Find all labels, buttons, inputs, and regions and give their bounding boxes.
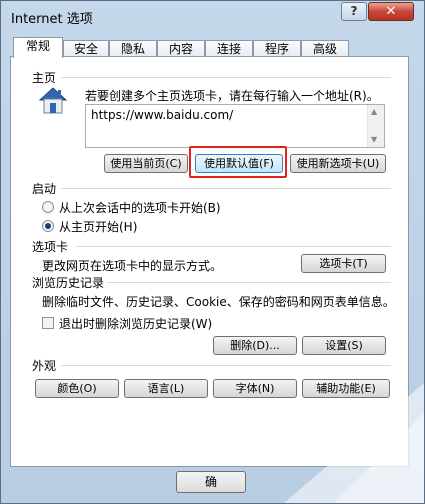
tabs-description: 更改网页在选项卡中的显示方式。 xyxy=(42,259,223,273)
tab-content[interactable]: 内容 xyxy=(157,40,205,57)
homepage-description: 若要创建多个主页选项卡，请在每行输入一个地址(R)。 xyxy=(85,89,379,103)
ok-button[interactable]: 确 xyxy=(176,471,246,493)
delete-on-exit-label[interactable]: 退出时删除浏览历史记录(W) xyxy=(59,315,212,332)
radio-homepage[interactable] xyxy=(42,220,54,232)
delete-history-button[interactable]: 删除(D)... xyxy=(213,336,297,355)
startup-heading: 启动 xyxy=(32,182,57,196)
history-description: 删除临时文件、历史记录、Cookie、保存的密码和网页表单信息。 xyxy=(42,295,395,309)
window-title: Internet 选项 xyxy=(11,12,93,27)
radio-last-session[interactable] xyxy=(42,201,54,213)
delete-on-exit-checkbox[interactable] xyxy=(42,317,54,329)
close-button[interactable]: ✕ xyxy=(368,2,414,21)
tabs-heading: 选项卡 xyxy=(32,240,69,254)
tabs-divider xyxy=(76,246,391,247)
history-heading: 浏览历史记录 xyxy=(32,276,105,290)
radio-homepage-label[interactable]: 从主页开始(H) xyxy=(59,218,137,235)
scroll-up-icon: ▲ xyxy=(371,107,378,116)
tab-general[interactable]: 常规 xyxy=(13,37,63,58)
red-highlight-box xyxy=(189,146,287,178)
appearance-heading: 外观 xyxy=(32,359,57,373)
tabs-settings-button[interactable]: 选项卡(T) xyxy=(301,254,386,273)
tab-advanced[interactable]: 高级 xyxy=(301,40,349,57)
radio-last-session-label[interactable]: 从上次会话中的选项卡开始(B) xyxy=(59,199,221,216)
startup-divider xyxy=(61,188,391,189)
help-button[interactable]: ? xyxy=(341,2,367,21)
history-settings-button[interactable]: 设置(S) xyxy=(302,336,386,355)
tab-programs[interactable]: 程序 xyxy=(253,40,301,57)
url-scrollbar[interactable]: ▲ ▼ xyxy=(367,105,384,147)
use-new-tab-button[interactable]: 使用新选项卡(U) xyxy=(290,154,386,173)
tab-security[interactable]: 安全 xyxy=(63,40,109,57)
appearance-divider xyxy=(61,365,391,366)
homepage-url-value: https://www.baidu.com/ xyxy=(91,108,234,122)
homepage-divider xyxy=(61,77,391,78)
tab-connections[interactable]: 连接 xyxy=(205,40,253,57)
colors-button[interactable]: 颜色(O) xyxy=(35,379,119,398)
internet-options-dialog: Internet 选项 ? ✕ 常规 安全 隐私 内容 连接 程序 高级 主页 … xyxy=(0,0,425,504)
watermark-graphic xyxy=(284,383,424,503)
languages-button[interactable]: 语言(L) xyxy=(124,379,208,398)
history-divider xyxy=(107,282,391,283)
use-current-button[interactable]: 使用当前页(C) xyxy=(104,154,188,173)
scroll-down-icon: ▼ xyxy=(371,135,378,144)
tab-privacy[interactable]: 隐私 xyxy=(109,40,157,57)
homepage-url-input[interactable]: https://www.baidu.com/ ▲ ▼ xyxy=(85,104,385,148)
house-icon xyxy=(38,87,68,114)
title-bar[interactable]: Internet 选项 ? ✕ xyxy=(1,1,424,31)
homepage-heading: 主页 xyxy=(32,71,57,85)
